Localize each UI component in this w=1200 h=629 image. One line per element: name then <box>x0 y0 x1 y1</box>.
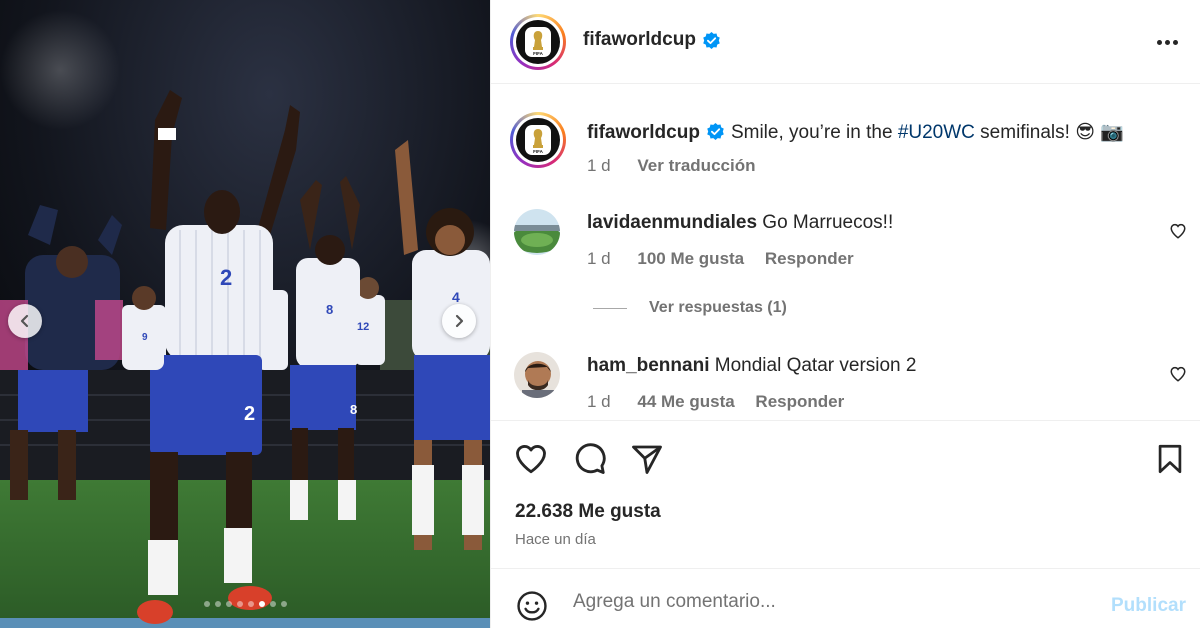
carousel-dot <box>269 601 276 607</box>
post-details-panel: FIFA fifaworldcup FIFA fifaworldcup Smil… <box>490 0 1200 628</box>
post-timestamp: Hace un día <box>515 531 596 548</box>
comment-bubble-icon[interactable] <box>571 441 607 477</box>
verified-badge-icon <box>703 31 720 49</box>
carousel-prev-button[interactable] <box>8 304 42 338</box>
jersey-number: 2 <box>220 265 232 290</box>
user-avatar-image <box>514 352 560 398</box>
view-replies-button[interactable]: Ver respuestas (1) <box>593 299 787 317</box>
comment-likes-count[interactable]: 44 Me gusta <box>637 392 734 411</box>
jersey-number: 8 <box>326 302 333 317</box>
post-media-carousel[interactable]: 2 8 4 12 9 2 8 <box>0 0 490 628</box>
comment-username[interactable]: ham_bennani <box>587 355 709 376</box>
carousel-dot <box>203 601 210 607</box>
caption-text-end: semifinals! 😎 📷 <box>974 122 1124 143</box>
caption-meta: 1 d Ver traducción <box>587 156 755 176</box>
comment-likes-count[interactable]: 100 Me gusta <box>637 249 744 268</box>
fifa-trophy-logo: FIFA <box>525 125 551 155</box>
caption-age: 1 d <box>587 156 611 175</box>
post-header: FIFA fifaworldcup <box>491 0 1200 84</box>
stadium-avatar-image <box>514 209 560 255</box>
carousel-pagination-dots <box>0 601 490 607</box>
comment-avatar[interactable] <box>514 209 560 255</box>
comment-body: lavidaenmundiales Go Marruecos!! <box>587 212 893 234</box>
caption-author-avatar[interactable]: FIFA <box>510 112 566 168</box>
heart-icon[interactable] <box>513 441 549 477</box>
likes-count[interactable]: 22.638 Me gusta <box>515 501 661 523</box>
comment-username[interactable]: lavidaenmundiales <box>587 212 757 233</box>
heart-icon[interactable] <box>1169 365 1187 383</box>
comment-avatar[interactable] <box>514 352 560 398</box>
fifa-trophy-logo: FIFA <box>525 27 551 57</box>
translate-link[interactable]: Ver traducción <box>637 156 755 175</box>
heart-icon[interactable] <box>1169 222 1187 240</box>
carousel-dot <box>280 601 287 607</box>
caption-username[interactable]: fifaworldcup <box>587 122 700 143</box>
chevron-right-icon <box>455 314 464 328</box>
carousel-dot <box>214 601 221 607</box>
publish-comment-button[interactable]: Publicar <box>1111 595 1186 617</box>
paper-plane-icon[interactable] <box>629 441 665 477</box>
emoji-smile-icon[interactable] <box>515 589 549 623</box>
jersey-number: 4 <box>452 289 460 305</box>
add-comment-bar: Publicar <box>491 568 1200 629</box>
comment-body: ham_bennani Mondial Qatar version 2 <box>587 355 916 377</box>
carousel-next-button[interactable] <box>442 304 476 338</box>
carousel-dot <box>258 601 265 607</box>
jersey-number: 9 <box>142 332 148 343</box>
comment-meta: 1 d 44 Me gusta Responder <box>587 392 844 412</box>
post-caption: fifaworldcup Smile, you’re in the #U20WC… <box>587 120 1124 144</box>
comment-meta: 1 d 100 Me gusta Responder <box>587 249 854 269</box>
svg-text:FIFA: FIFA <box>533 51 543 56</box>
chevron-left-icon <box>20 314 29 328</box>
post-photo: 2 8 4 12 9 2 8 <box>0 0 490 628</box>
verified-badge-icon <box>707 122 724 141</box>
reply-button[interactable]: Responder <box>755 392 844 411</box>
carousel-dot <box>236 601 243 607</box>
author-username[interactable]: fifaworldcup <box>583 29 696 51</box>
reply-button[interactable]: Responder <box>765 249 854 268</box>
carousel-dot <box>225 601 232 607</box>
jersey-number: 12 <box>357 321 369 333</box>
add-comment-input[interactable] <box>571 583 1095 621</box>
more-options-icon[interactable] <box>1151 32 1183 52</box>
caption-hashtag-link[interactable]: #U20WC <box>898 122 975 143</box>
comment-text: Mondial Qatar version 2 <box>714 355 917 376</box>
post-actions-section: 22.638 Me gusta Hace un día <box>491 420 1200 569</box>
jersey-number: 2 <box>244 403 255 425</box>
carousel-dot <box>247 601 254 607</box>
comment-age: 1 d <box>587 392 611 411</box>
svg-text:FIFA: FIFA <box>533 149 543 154</box>
jersey-number: 8 <box>350 402 357 417</box>
bookmark-icon[interactable] <box>1153 441 1187 477</box>
caption-text-start: Smile, you’re in the <box>730 122 898 143</box>
comment-age: 1 d <box>587 249 611 268</box>
comment-text: Go Marruecos!! <box>762 212 894 233</box>
author-avatar[interactable]: FIFA <box>510 14 566 70</box>
